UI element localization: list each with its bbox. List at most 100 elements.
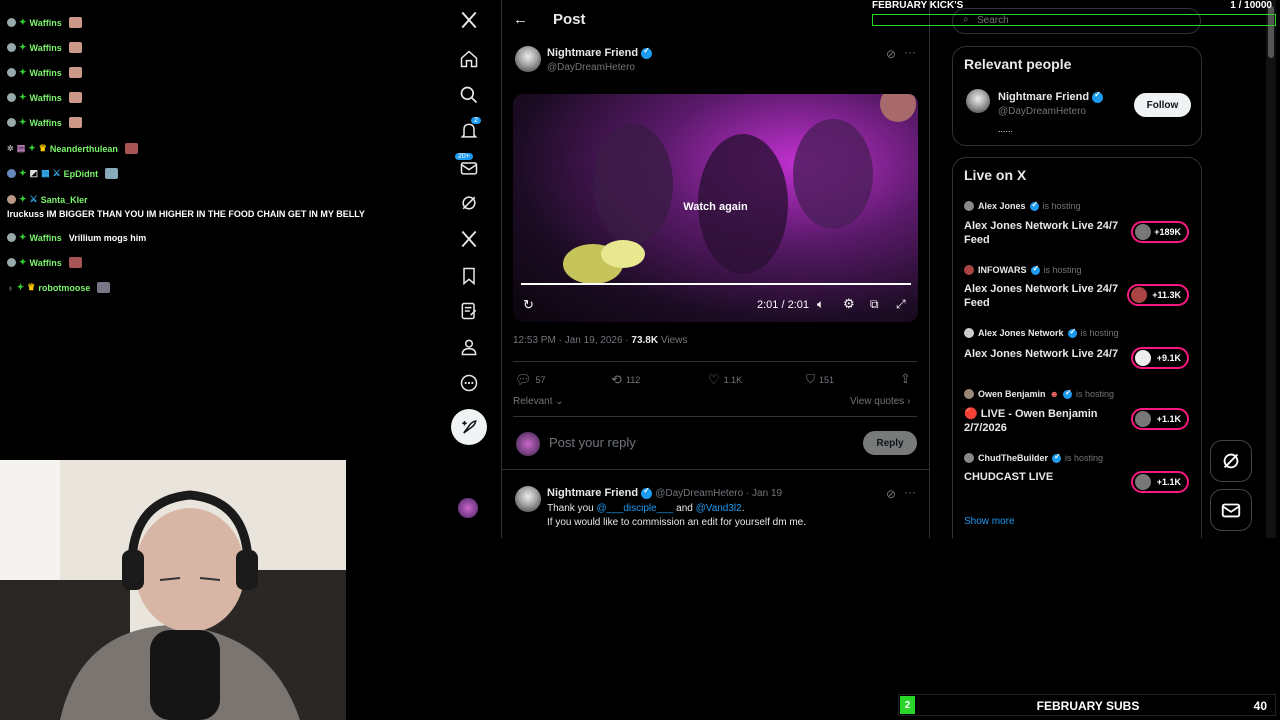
author-handle[interactable]: @DayDreamHetero (547, 62, 635, 73)
bookmark-action[interactable]: ⛉ 151 (806, 372, 834, 387)
live-host-row[interactable]: ChudTheBuilder is hosting (964, 452, 1104, 463)
view-quotes-link[interactable]: View quotes › (850, 396, 910, 407)
grok-post-icon[interactable]: ⊘ (886, 487, 896, 501)
person-handle[interactable]: @DayDreamHetero (998, 106, 1086, 117)
verified-icon (1063, 388, 1072, 399)
live-listeners-button[interactable]: +9.1K (1131, 347, 1189, 369)
share-icon[interactable]: ⇪ (900, 371, 911, 387)
chat-line: ✦ Waffins (7, 67, 82, 78)
listener-avatar (1135, 474, 1151, 490)
sub-badge-icon: ✦ (19, 42, 27, 52)
live-title[interactable]: Alex Jones Network Live 24/7 Feed (964, 282, 1124, 310)
live-host-row[interactable]: Owen Benjamin ☻ is hosting (964, 388, 1114, 399)
search-icon[interactable] (458, 84, 480, 106)
reply-author-avatar[interactable] (515, 486, 541, 512)
live-listeners-button[interactable]: +1.1K (1131, 408, 1189, 430)
volume-icon[interactable]: 🔈︎ (817, 297, 824, 312)
account-avatar[interactable] (458, 498, 478, 518)
live-listeners-button[interactable]: +1.1K (1131, 471, 1189, 493)
post-timestamp[interactable]: 12:53 PM · Jan 19, 2026 · (513, 335, 629, 346)
repost-icon: ⟲ (611, 372, 622, 387)
fullscreen-icon[interactable]: ⤢ (896, 297, 906, 312)
settings-icon[interactable]: ⚙ (843, 296, 855, 312)
emote-icon (68, 117, 82, 128)
picture-in-picture-icon[interactable]: ⧉ (870, 297, 879, 312)
compose-post-button[interactable] (451, 409, 487, 445)
grok-float-button[interactable] (1210, 440, 1252, 482)
more-options-icon[interactable]: ··· (904, 45, 916, 59)
chat-username: Santa_Kler (40, 194, 88, 205)
replay-icon[interactable]: ↻ (523, 297, 534, 313)
chat-line: ✲ ▤ ✦ ♛ Neanderthulean (7, 143, 138, 154)
author-name[interactable]: Nightmare Friend (547, 47, 638, 59)
show-more-link[interactable]: Show more (964, 516, 1015, 527)
repost-action[interactable]: ⟲ 112 (611, 372, 640, 388)
grok-icon[interactable] (458, 192, 480, 214)
chat-username: Waffins (29, 117, 62, 128)
live-listeners-button[interactable]: +189K (1131, 221, 1189, 243)
grok-post-icon[interactable]: ⊘ (886, 47, 896, 61)
video-player[interactable]: Watch again ↻ 2:01 / 2:01 🔈︎ ⚙ ⧉ ⤢ (513, 94, 918, 322)
verified-icon (1092, 90, 1104, 103)
reply-author-name[interactable]: Nightmare Friend (547, 487, 638, 499)
bookmarks-icon[interactable] (458, 265, 480, 287)
person-name[interactable]: Nightmare Friend (998, 91, 1089, 103)
chat-username: Waffins (29, 92, 62, 103)
person-avatar[interactable] (966, 89, 990, 113)
live-title[interactable]: Alex Jones Network Live 24/7 Feed (964, 219, 1124, 247)
live-host-row[interactable]: Alex Jones is hosting (964, 200, 1081, 211)
articles-icon[interactable] (458, 300, 480, 322)
gear-badge-icon: ✲ (7, 144, 14, 153)
bookmark-icon: ⛉ (806, 372, 816, 386)
reply-text: and (676, 503, 693, 514)
x-logo-icon[interactable] (458, 9, 480, 31)
sub-badge-icon: ✦ (19, 168, 27, 178)
reply-input[interactable]: Post your reply (549, 435, 636, 450)
kicks-goal-overlay: FEBRUARY KICK'S 1 / 10000 (872, 0, 1280, 28)
person-name-row: Nightmare Friend (998, 90, 1104, 103)
reply-author-handle[interactable]: @DayDreamHetero · Jan 19 (655, 488, 782, 499)
notifications-icon[interactable]: 2 (458, 117, 481, 142)
follow-button[interactable]: Follow (1134, 93, 1191, 117)
mention-link[interactable]: @Vand3l2 (696, 503, 742, 514)
verified-icon (1052, 452, 1061, 463)
chat-line: ✦ Waffins Vrillium mogs him (7, 232, 146, 243)
home-icon[interactable] (458, 48, 480, 70)
emote-icon (68, 257, 82, 268)
scrollbar[interactable] (1266, 0, 1276, 538)
listener-avatar (1135, 224, 1151, 240)
reply-button[interactable]: Reply (863, 431, 917, 455)
live-host-row[interactable]: Alex Jones Network is hosting (964, 327, 1119, 338)
chat-line: ✦ Waffins (7, 17, 82, 28)
grid-icon: ▦ (41, 168, 50, 178)
live-listeners-button[interactable]: +11.3K (1127, 284, 1189, 306)
badge-icon (7, 68, 16, 77)
video-progress-track[interactable] (521, 283, 911, 285)
back-arrow-icon[interactable]: ← (513, 11, 528, 28)
sort-dropdown[interactable]: Relevant ⌄ (513, 396, 564, 407)
reply-action[interactable]: 💬︎ 57 (515, 372, 546, 388)
sub-badge-icon: ✦ (19, 67, 27, 77)
mention-link[interactable]: @___disciple___ (596, 503, 673, 514)
subs-goal-count: 40 (1253, 699, 1267, 713)
more-options-icon[interactable]: ··· (904, 485, 916, 499)
emote-icon (68, 42, 82, 53)
badge-icon (7, 169, 16, 178)
messages-icon[interactable]: 20+ (455, 153, 480, 179)
envelope-icon (1221, 503, 1241, 518)
messages-float-button[interactable] (1210, 489, 1252, 531)
live-title[interactable]: Alex Jones Network Live 24/7 (964, 347, 1124, 361)
more-icon[interactable] (458, 372, 480, 394)
premium-x-icon[interactable] (458, 228, 480, 250)
listener-avatar (1135, 411, 1151, 427)
host-name: Alex Jones Network (978, 328, 1064, 338)
watch-again-label[interactable]: Watch again (513, 201, 918, 213)
live-host-row[interactable]: INFOWARS is hosting (964, 264, 1082, 275)
divider (513, 361, 917, 362)
host-status: is hosting (1065, 453, 1104, 463)
live-title[interactable]: CHUDCAST LIVE (964, 470, 1124, 484)
live-title[interactable]: 🔴 LIVE - Owen Benjamin 2/7/2026 (964, 407, 1124, 435)
author-avatar[interactable] (515, 46, 541, 72)
profile-icon[interactable] (458, 336, 480, 358)
like-action[interactable]: ♡ 1.1K (708, 372, 742, 388)
